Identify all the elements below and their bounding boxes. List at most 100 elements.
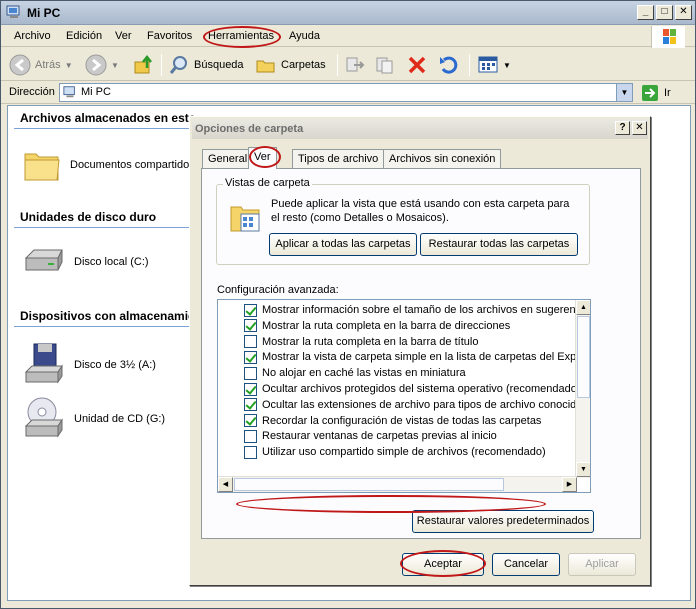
setting-checkbox[interactable] [244,319,257,333]
scroll-right-icon[interactable]: ▶ [562,477,577,492]
group-title-removable: Dispositivos con almacenamie [20,309,195,323]
menu-archivo[interactable]: Archivo [14,30,51,42]
item-floppy[interactable]: Disco de 3½ (A:) [22,342,156,388]
dialog-close-button[interactable]: ✕ [632,121,647,135]
setting-checkbox[interactable] [244,382,257,396]
scroll-up-icon[interactable]: ▲ [576,300,590,315]
copy-to-button[interactable] [374,53,396,77]
item-cd-drive[interactable]: Unidad de CD (G:) [22,396,165,442]
setting-checkbox[interactable] [244,414,257,428]
folder-views-description: Puede aplicar la vista que está usando c… [271,198,570,224]
copy-to-icon [376,57,393,74]
horizontal-scrollbar[interactable]: ◀ ▶ [218,476,577,492]
menu-bar: Archivo Edición Ver Favoritos Herramient… [1,26,695,47]
setting-row[interactable]: Mostrar la ruta completa en la barra de … [218,318,510,334]
restore-defaults-button[interactable]: Restaurar valores predeterminados [412,510,594,533]
setting-row[interactable]: Recordar la configuración de vistas de t… [218,413,541,429]
address-dropdown-icon[interactable]: ▼ [616,84,632,101]
window-title: Mi PC [27,6,61,20]
setting-checkbox[interactable] [244,445,257,459]
move-to-icon [346,57,365,72]
undo-icon [440,56,458,74]
setting-checkbox[interactable] [244,350,257,364]
title-bar[interactable]: Mi PC _ □ ✕ [1,1,695,25]
group-title-shared: Archivos almacenados en este [20,111,196,125]
back-dropdown-icon[interactable]: ▼ [65,61,73,70]
menu-favoritos[interactable]: Favoritos [147,30,192,42]
go-arrow-icon [642,85,658,101]
views-icon [478,56,498,73]
folders-label: Carpetas [281,59,326,71]
reset-all-folders-button[interactable]: Restaurar todas las carpetas [420,233,578,256]
setting-checkbox[interactable] [244,398,257,412]
vertical-scroll-thumb[interactable] [577,316,590,398]
address-input[interactable]: Mi PC ▼ [59,83,633,102]
views-dropdown-icon[interactable]: ▼ [503,61,511,70]
setting-row[interactable]: Mostrar información sobre el tamaño de l… [218,302,576,318]
help-button[interactable]: ? [615,121,630,135]
setting-row[interactable]: Ocultar archivos protegidos del sistema … [218,381,576,397]
tab-general[interactable]: General [202,149,254,168]
scroll-left-icon[interactable]: ◀ [218,477,233,492]
setting-checkbox[interactable] [244,366,257,380]
forward-dropdown-icon[interactable]: ▼ [111,61,119,70]
setting-label: Mostrar la vista de carpeta simple en la… [262,351,576,364]
views-button[interactable]: ▼ [477,53,511,77]
delete-button[interactable] [406,53,428,77]
up-folder-button[interactable] [133,53,155,77]
setting-row[interactable]: Utilizar uso compartido simple de archiv… [218,444,546,460]
setting-checkbox[interactable] [244,429,257,443]
settings-rows: Mostrar información sobre el tamaño de l… [218,300,576,478]
move-to-button[interactable] [344,53,366,77]
vertical-scrollbar[interactable]: ▲ ▼ [575,300,590,478]
scroll-down-icon[interactable]: ▼ [576,462,590,477]
item-local-disk[interactable]: Disco local (C:) [22,244,149,280]
setting-row[interactable]: Mostrar la ruta completa en la barra de … [218,334,478,350]
dialog-title-bar[interactable]: Opciones de carpeta ? ✕ [192,119,648,139]
setting-label: Restaurar ventanas de carpetas previas a… [262,430,497,443]
folder-icon [24,153,60,181]
setting-checkbox[interactable] [244,335,257,349]
folders-button[interactable]: Carpetas [255,53,326,77]
menu-ayuda[interactable]: Ayuda [289,30,320,42]
tab-ver[interactable]: Ver [248,147,277,169]
tab-tipos-de-archivo[interactable]: Tipos de archivo [292,149,385,168]
search-button[interactable]: Búsqueda [168,53,244,77]
folder-views-group: Vistas de carpeta Puede aplicar la vista… [216,177,590,265]
menu-ver[interactable]: Ver [115,30,132,42]
search-icon [169,56,187,74]
setting-row[interactable]: No alojar en caché las vistas en miniatu… [218,365,466,381]
setting-row[interactable]: Restaurar ventanas de carpetas previas a… [218,428,497,444]
item-shared-documents[interactable]: Documentos compartidos [22,146,195,184]
setting-label: Ocultar archivos protegidos del sistema … [262,383,576,395]
setting-checkbox[interactable] [244,303,257,317]
folder-view-icon [230,206,260,232]
dialog-title: Opciones de carpeta [195,123,304,135]
horizontal-scroll-thumb[interactable] [234,478,504,491]
menu-herramientas[interactable]: Herramientas [208,30,274,42]
go-label: Ir [664,87,671,99]
floppy-drive-icon [24,343,63,384]
cancel-button[interactable]: Cancelar [492,553,560,576]
back-button[interactable]: Atrás ▼ [9,53,73,77]
undo-button[interactable] [438,53,460,77]
setting-label: Recordar la configuración de vistas de t… [262,414,542,427]
minimize-button[interactable]: _ [637,5,654,20]
setting-label: Mostrar información sobre el tamaño de l… [262,304,576,316]
toolbar: Atrás ▼ ▼ Búsqueda Carpetas ▼ [1,48,695,81]
tab-archivos-sin-conexion[interactable]: Archivos sin conexión [383,149,502,168]
apply-button[interactable]: Aplicar [568,553,636,576]
forward-button[interactable]: ▼ [85,53,119,77]
setting-row[interactable]: Ocultar las extensiones de archivo para … [218,397,576,413]
windows-flag-icon [663,29,676,44]
close-button[interactable]: ✕ [675,5,692,20]
maximize-button[interactable]: □ [656,5,673,20]
my-computer-icon [6,5,20,18]
item-label: Disco local (C:) [74,256,149,268]
go-button[interactable]: Ir [641,84,671,102]
setting-row[interactable]: Mostrar la vista de carpeta simple en la… [218,349,576,365]
ok-button[interactable]: Aceptar [402,553,484,576]
menu-edicion[interactable]: Edición [66,30,102,42]
apply-all-folders-button[interactable]: Aplicar a todas las carpetas [269,233,417,256]
advanced-settings-list[interactable]: Mostrar información sobre el tamaño de l… [217,299,591,493]
